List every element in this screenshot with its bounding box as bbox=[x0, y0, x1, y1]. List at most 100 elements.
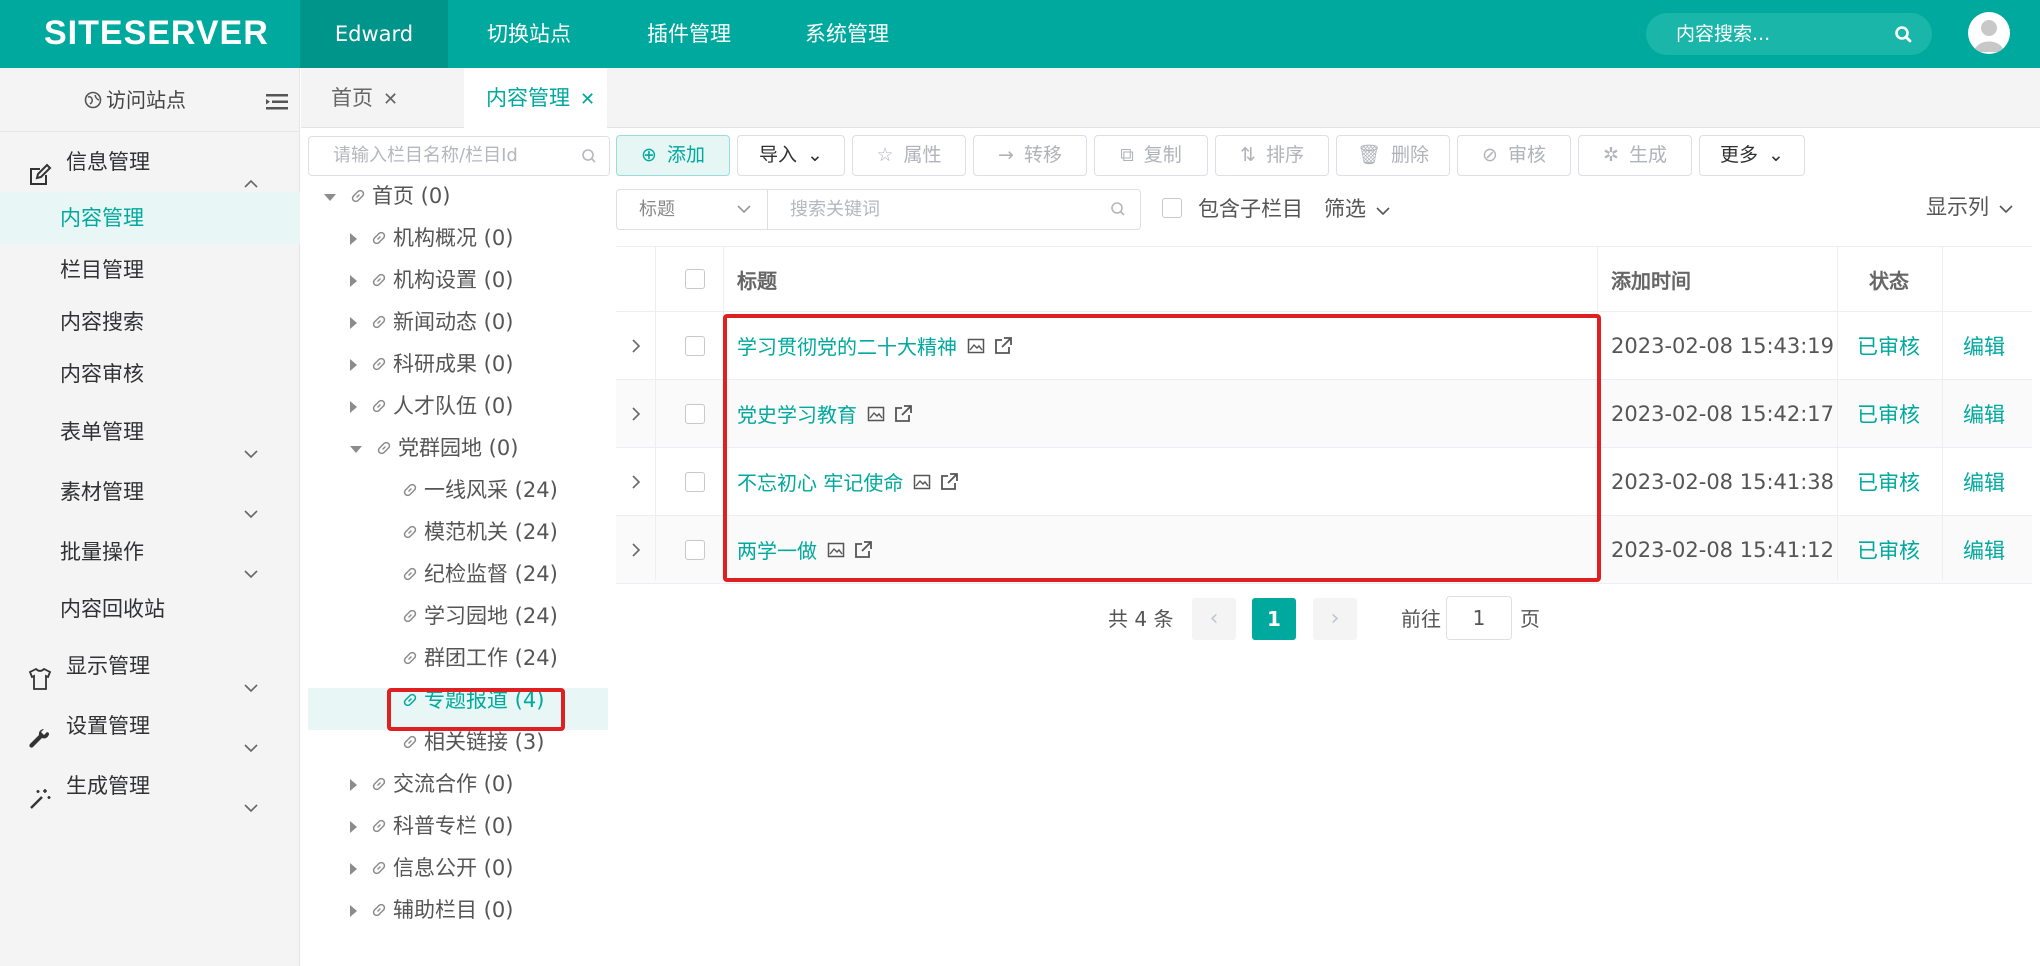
link-icon bbox=[402, 638, 418, 680]
content-search-input[interactable]: 内容搜索... bbox=[1646, 13, 1932, 55]
column-header-title[interactable]: 标题 bbox=[737, 247, 777, 311]
expand-arrow-icon[interactable] bbox=[350, 359, 357, 371]
tree-node[interactable]: 首页 (0) bbox=[324, 175, 450, 217]
row-checkbox[interactable] bbox=[685, 539, 705, 560]
expand-arrow-icon[interactable] bbox=[350, 275, 357, 287]
sidebar-item-display-mgmt[interactable]: 显示管理 bbox=[0, 636, 300, 696]
tree-node[interactable]: 学习园地 (24) bbox=[402, 595, 558, 637]
tree-node[interactable]: 交流合作 (0) bbox=[350, 763, 513, 805]
expand-row-icon[interactable] bbox=[616, 448, 655, 515]
sidebar-item-content-search[interactable]: 内容搜索 bbox=[0, 296, 300, 348]
tree-node[interactable]: 一线风采 (24) bbox=[402, 469, 558, 511]
status-badge[interactable]: 已审核 bbox=[1857, 516, 1920, 583]
status-badge[interactable]: 已审核 bbox=[1857, 448, 1920, 515]
display-columns-dropdown[interactable]: 显示列 bbox=[1926, 187, 2013, 228]
pager-goto-input[interactable]: 1 bbox=[1446, 596, 1512, 640]
expand-row-icon[interactable] bbox=[616, 516, 655, 583]
avatar[interactable] bbox=[1968, 12, 2010, 54]
row-checkbox[interactable] bbox=[685, 335, 705, 356]
tree-node[interactable]: 信息公开 (0) bbox=[350, 847, 513, 889]
sidebar-item-generate-mgmt[interactable]: 生成管理 bbox=[0, 756, 300, 816]
nav-user[interactable]: Edward bbox=[300, 0, 448, 68]
filter-dropdown[interactable]: 筛选 bbox=[1324, 189, 1390, 230]
status-badge[interactable]: 已审核 bbox=[1857, 380, 1920, 447]
edit-link[interactable]: 编辑 bbox=[1963, 516, 2005, 583]
tree-node[interactable]: 群团工作 (24) bbox=[402, 637, 558, 679]
logo[interactable]: SITESERVER bbox=[44, 11, 269, 55]
select-all-checkbox[interactable] bbox=[685, 269, 705, 289]
check-button[interactable]: ⊘ 审核 bbox=[1457, 135, 1571, 176]
sidebar-item-form-mgmt[interactable]: 表单管理 bbox=[0, 402, 300, 462]
transfer-button[interactable]: → 转移 bbox=[973, 135, 1087, 176]
edit-link[interactable]: 编辑 bbox=[1963, 380, 2005, 447]
edit-link[interactable]: 编辑 bbox=[1963, 312, 2005, 379]
expand-arrow-icon[interactable] bbox=[350, 317, 357, 329]
tree-node[interactable]: 模范机关 (24) bbox=[402, 511, 558, 553]
include-children-label[interactable]: 包含子栏目 bbox=[1198, 189, 1303, 230]
tree-node[interactable]: 新闻动态 (0) bbox=[350, 301, 513, 343]
tree-node[interactable]: 党群园地 (0) bbox=[350, 427, 518, 469]
sidebar-item-material-mgmt[interactable]: 素材管理 bbox=[0, 462, 300, 522]
properties-button[interactable]: ☆ 属性 bbox=[852, 135, 966, 176]
nav-plugins[interactable]: 插件管理 bbox=[610, 0, 768, 68]
close-icon[interactable]: ✕ bbox=[580, 89, 595, 110]
search-icon[interactable] bbox=[1894, 13, 1912, 70]
row-checkbox[interactable] bbox=[685, 403, 705, 424]
nav-switch-site[interactable]: 切换站点 bbox=[448, 0, 610, 68]
expand-arrow-icon[interactable] bbox=[350, 233, 357, 245]
expand-row-icon[interactable] bbox=[616, 380, 655, 447]
add-button[interactable]: ⊕ 添加 bbox=[616, 135, 730, 176]
delete-button[interactable]: 🗑 删除 bbox=[1336, 135, 1450, 176]
tree-node-label: 党群园地 (0) bbox=[398, 436, 519, 460]
sidebar-item-batch-ops[interactable]: 批量操作 bbox=[0, 522, 300, 582]
sidebar-item-content-check[interactable]: 内容审核 bbox=[0, 348, 300, 400]
sort-icon: ⇅ bbox=[1240, 144, 1256, 166]
tab-home[interactable]: 首页 ✕ bbox=[331, 68, 398, 128]
expand-arrow-icon[interactable] bbox=[350, 821, 357, 833]
expand-arrow-icon[interactable] bbox=[350, 905, 357, 917]
link-icon bbox=[402, 512, 418, 554]
pager-prev-button[interactable]: ‹ bbox=[1192, 598, 1236, 640]
sort-button[interactable]: ⇅ 排序 bbox=[1215, 135, 1329, 176]
tree-node[interactable]: 机构概况 (0) bbox=[350, 217, 513, 259]
row-checkbox[interactable] bbox=[685, 471, 705, 492]
tree-node[interactable]: 纪检监督 (24) bbox=[402, 553, 558, 595]
more-button[interactable]: 更多 ⌄ bbox=[1699, 135, 1805, 176]
sidebar-item-info-mgmt[interactable]: 信息管理 bbox=[0, 132, 300, 192]
sidebar-item-channel-mgmt[interactable]: 栏目管理 bbox=[0, 244, 300, 296]
expand-arrow-icon[interactable] bbox=[350, 401, 357, 413]
menu-toggle-icon[interactable] bbox=[266, 92, 288, 116]
column-header-time[interactable]: 添加时间 bbox=[1611, 247, 1691, 311]
tree-node[interactable]: 机构设置 (0) bbox=[350, 259, 513, 301]
link-icon bbox=[371, 386, 387, 428]
sidebar-item-content-mgmt[interactable]: 内容管理 bbox=[0, 192, 300, 244]
tree-node[interactable]: 辅助栏目 (0) bbox=[350, 889, 513, 931]
generate-button[interactable]: ✲ 生成 bbox=[1578, 135, 1692, 176]
nav-system[interactable]: 系统管理 bbox=[768, 0, 926, 68]
status-badge[interactable]: 已审核 bbox=[1857, 312, 1920, 379]
tree-node[interactable]: 人才队伍 (0) bbox=[350, 385, 513, 427]
expand-arrow-icon[interactable] bbox=[350, 779, 357, 791]
sidebar-item-settings-mgmt[interactable]: 设置管理 bbox=[0, 696, 300, 756]
include-children-checkbox[interactable] bbox=[1162, 198, 1182, 218]
tree-node[interactable]: 科普专栏 (0) bbox=[350, 805, 513, 847]
tab-content-mgmt[interactable]: 内容管理 ✕ bbox=[464, 68, 607, 128]
search-field-select[interactable]: 标题 bbox=[616, 189, 768, 230]
sidebar-item-recycle-bin[interactable]: 内容回收站 bbox=[0, 582, 300, 636]
close-icon[interactable]: ✕ bbox=[383, 89, 398, 110]
edit-link[interactable]: 编辑 bbox=[1963, 448, 2005, 515]
column-header-status[interactable]: 状态 bbox=[1869, 247, 1909, 311]
collapse-arrow-icon[interactable] bbox=[324, 193, 336, 201]
tree-node[interactable]: 科研成果 (0) bbox=[350, 343, 513, 385]
visit-site-row[interactable]: 访问站点 bbox=[0, 68, 300, 132]
keyword-input[interactable]: 搜索关键词 bbox=[767, 189, 1141, 230]
channel-search-input[interactable]: 请输入栏目名称/栏目Id bbox=[308, 136, 610, 176]
expand-row-icon[interactable] bbox=[616, 312, 655, 379]
expand-arrow-icon[interactable] bbox=[350, 863, 357, 875]
copy-button[interactable]: ⧉ 复制 bbox=[1094, 135, 1208, 176]
sidebar: 访问站点 信息管理 内容管理 栏目管理 内容搜索 内容审核 表单管理 素材管理 bbox=[0, 68, 300, 966]
collapse-arrow-icon[interactable] bbox=[350, 445, 362, 453]
import-button[interactable]: 导入 ⌄ bbox=[737, 135, 845, 176]
pager-next-button[interactable]: › bbox=[1313, 598, 1357, 640]
pager-current-page[interactable]: 1 bbox=[1252, 598, 1296, 640]
